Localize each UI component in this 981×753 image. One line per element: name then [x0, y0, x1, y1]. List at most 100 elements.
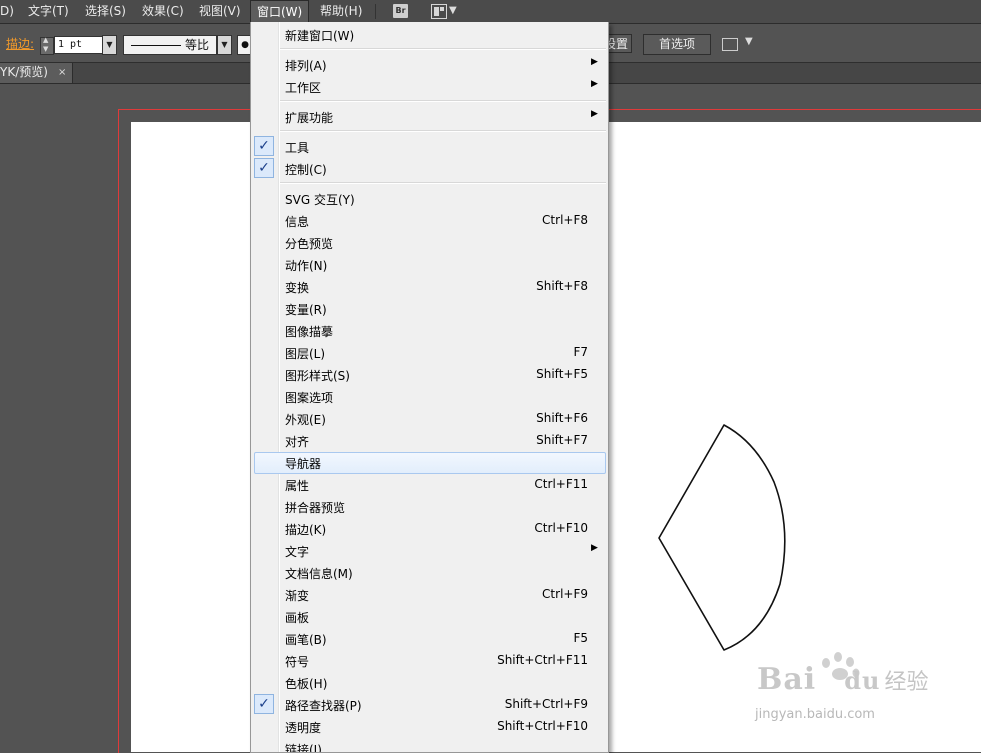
menu-separator — [280, 182, 606, 184]
menu-label: 描边(K) — [285, 523, 327, 537]
menu-shortcut: Shift+Ctrl+F10 — [497, 719, 588, 733]
menu-item-object[interactable]: D) — [0, 0, 14, 23]
menu-label: 属性 — [285, 479, 310, 493]
menu-item-swatches[interactable]: 色板(H) — [251, 671, 608, 693]
menu-item-pathfinder[interactable]: ✓ 路径查找器(P) Shift+Ctrl+F9 — [251, 693, 608, 715]
menu-shortcut: Shift+F5 — [536, 367, 588, 381]
menu-shortcut: Ctrl+F9 — [542, 587, 588, 601]
menu-bar: D) 文字(T) 选择(S) 效果(C) 视图(V) 窗口(W) 帮助(H) B… — [0, 0, 981, 24]
menu-label: 图案选项 — [285, 391, 334, 405]
menu-item-stroke[interactable]: 描边(K) Ctrl+F10 — [251, 517, 608, 539]
watermark-logo-du: du — [844, 666, 881, 695]
menu-item-info[interactable]: 信息 Ctrl+F8 — [251, 209, 608, 231]
menu-label: 对齐 — [285, 435, 310, 449]
menu-item-svg-interactivity[interactable]: SVG 交互(Y) — [251, 187, 608, 209]
menu-label: 拼合器预览 — [285, 501, 346, 515]
menu-shortcut: Shift+F7 — [536, 433, 588, 447]
menu-item-workspace[interactable]: 工作区 ▶ — [251, 75, 608, 97]
document-tab-title: YK/预览) — [0, 65, 48, 79]
menu-item-type[interactable]: 文字 ▶ — [251, 539, 608, 561]
menu-item-extensions[interactable]: 扩展功能 ▶ — [251, 105, 608, 127]
menu-item-help[interactable]: 帮助(H) — [320, 0, 362, 23]
menu-item-appearance[interactable]: 外观(E) Shift+F6 — [251, 407, 608, 429]
menu-item-transparency[interactable]: 透明度 Shift+Ctrl+F10 — [251, 715, 608, 737]
menu-label: 路径查找器(P) — [285, 699, 362, 713]
menu-item-view[interactable]: 视图(V) — [199, 0, 241, 23]
menu-item-transform[interactable]: 变换 Shift+F8 — [251, 275, 608, 297]
menu-item-brushes[interactable]: 画笔(B) F5 — [251, 627, 608, 649]
profile-dropdown[interactable]: ▼ — [217, 35, 232, 55]
chevron-down-icon[interactable]: ▼ — [745, 36, 753, 47]
menu-item-control[interactable]: ✓ 控制(C) — [251, 157, 608, 179]
menu-separator — [280, 130, 606, 132]
document-tab[interactable]: YK/预览) × — [0, 63, 73, 83]
menu-item-pattern-options[interactable]: 图案选项 — [251, 385, 608, 407]
menu-item-separations-preview[interactable]: 分色预览 — [251, 231, 608, 253]
stroke-label[interactable]: 描边: — [6, 35, 34, 52]
menu-item-graphic-styles[interactable]: 图形样式(S) Shift+F5 — [251, 363, 608, 385]
stroke-weight-dropdown[interactable]: ▼ — [102, 35, 117, 55]
menu-item-actions[interactable]: 动作(N) — [251, 253, 608, 275]
menu-label: 图层(L) — [285, 347, 326, 361]
menu-shortcut: Ctrl+F11 — [534, 477, 588, 491]
workspace-layout-icon[interactable] — [431, 4, 447, 19]
menu-item-type[interactable]: 文字(T) — [28, 0, 69, 23]
menu-item-image-trace[interactable]: 图像描摹 — [251, 319, 608, 341]
stroke-weight-input[interactable]: 1 pt — [54, 36, 105, 54]
menu-label: 透明度 — [285, 721, 322, 735]
window-menu-dropdown: 新建窗口(W) 排列(A) ▶ 工作区 ▶ 扩展功能 ▶ ✓ 工具 ✓ 控制(C) SVG… — [250, 22, 609, 753]
menu-label: 新建窗口(W) — [285, 29, 355, 43]
menu-shortcut: F5 — [573, 631, 588, 645]
menu-shortcut: Ctrl+F10 — [534, 521, 588, 535]
watermark-cn: 经验 — [884, 670, 929, 695]
menu-item-links[interactable]: 链接(I) — [251, 737, 608, 753]
bridge-icon[interactable]: Br — [393, 4, 408, 18]
stroke-stepper[interactable] — [40, 36, 54, 55]
menu-item-effect[interactable]: 效果(C) — [142, 0, 184, 23]
menu-item-artboards[interactable]: 画板 — [251, 605, 608, 627]
menu-label: 扩展功能 — [285, 111, 334, 125]
menu-label: 变换 — [285, 281, 310, 295]
preferences-button[interactable]: 首选项 — [643, 34, 711, 55]
menu-label: 信息 — [285, 215, 310, 229]
menu-item-select[interactable]: 选择(S) — [85, 0, 126, 23]
watermark: Bai du 经验 — [757, 662, 928, 697]
menu-item-new-window[interactable]: 新建窗口(W) — [251, 23, 608, 45]
menu-item-flattener-preview[interactable]: 拼合器预览 — [251, 495, 608, 517]
menu-item-window[interactable]: 窗口(W) — [250, 0, 310, 23]
menu-item-gradient[interactable]: 渐变 Ctrl+F9 — [251, 583, 608, 605]
menu-shortcut: Shift+F8 — [536, 279, 588, 293]
menu-label: 链接(I) — [285, 743, 322, 753]
menu-label: 外观(E) — [285, 413, 326, 427]
profile-label: 等比 — [185, 38, 210, 52]
menu-label: 工作区 — [285, 81, 322, 95]
menu-item-arrange[interactable]: 排列(A) ▶ — [251, 53, 608, 75]
submenu-arrow-icon: ▶ — [591, 109, 598, 119]
menu-item-navigator[interactable]: 导航器 — [251, 452, 608, 474]
menu-label: 排列(A) — [285, 59, 327, 73]
menu-label: SVG 交互(Y) — [285, 193, 355, 207]
arrange-documents-icon[interactable] — [722, 38, 738, 51]
submenu-arrow-icon: ▶ — [591, 79, 598, 89]
menu-separator — [375, 4, 376, 19]
sector-path[interactable] — [658, 424, 786, 651]
menu-item-layers[interactable]: 图层(L) F7 — [251, 341, 608, 363]
menu-item-symbols[interactable]: 符号 Shift+Ctrl+F11 — [251, 649, 608, 671]
close-icon[interactable]: × — [58, 63, 66, 82]
menu-item-document-info[interactable]: 文档信息(M) — [251, 561, 608, 583]
menu-label: 画板 — [285, 611, 310, 625]
menu-item-align[interactable]: 对齐 Shift+F7 — [251, 429, 608, 451]
menu-label: 分色预览 — [285, 237, 334, 251]
menu-item-variables[interactable]: 变量(R) — [251, 297, 608, 319]
menu-label: 文字 — [285, 545, 310, 559]
menu-item-attributes[interactable]: 属性 Ctrl+F11 — [251, 473, 608, 495]
chevron-down-icon[interactable]: ▼ — [449, 5, 457, 16]
menu-item-tools[interactable]: ✓ 工具 — [251, 135, 608, 157]
submenu-arrow-icon: ▶ — [591, 543, 598, 553]
variable-width-profile[interactable]: 等比 — [123, 35, 217, 55]
menu-shortcut: Shift+Ctrl+F9 — [504, 697, 588, 711]
menu-label: 工具 — [285, 141, 310, 155]
menu-label: 渐变 — [285, 589, 310, 603]
menu-shortcut: Shift+Ctrl+F11 — [497, 653, 588, 667]
menu-shortcut: F7 — [573, 345, 588, 359]
